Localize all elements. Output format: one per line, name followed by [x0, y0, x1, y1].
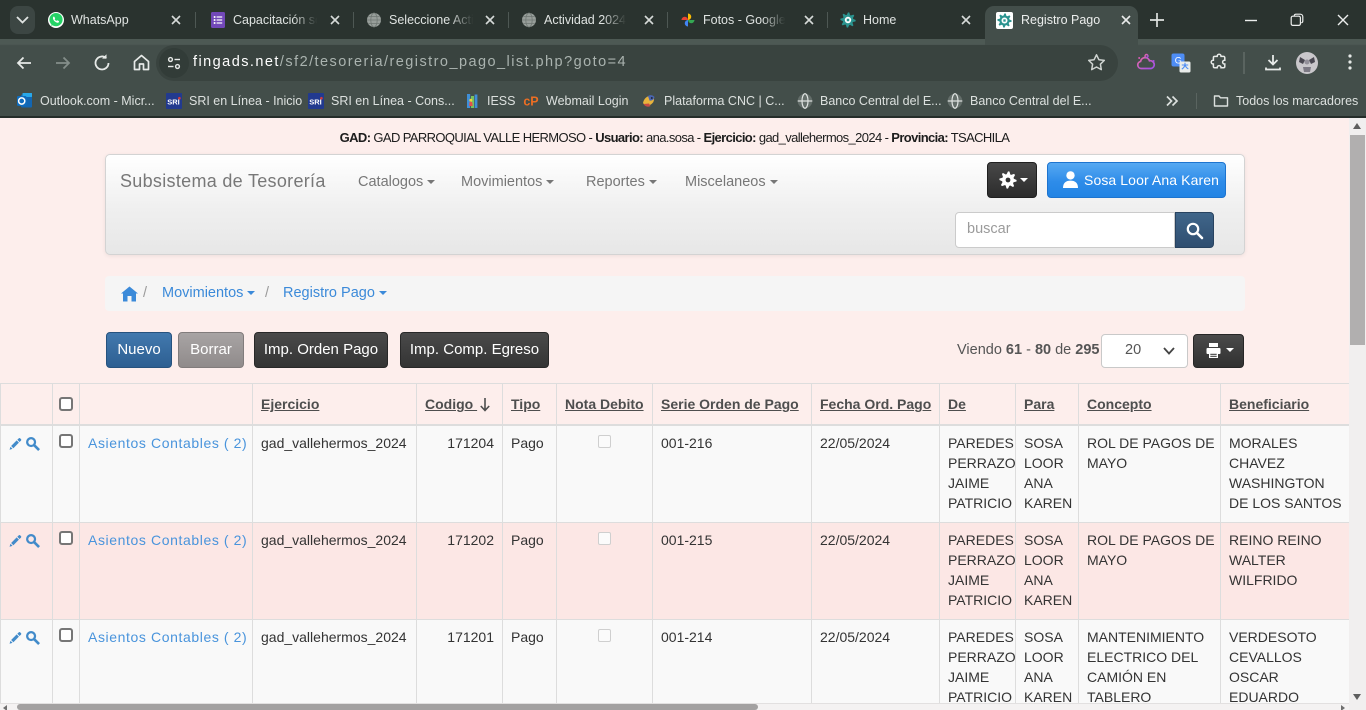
- svg-text:cP: cP: [523, 95, 538, 109]
- svg-text:SRI: SRI: [309, 98, 322, 107]
- svg-text:SRI: SRI: [167, 98, 180, 107]
